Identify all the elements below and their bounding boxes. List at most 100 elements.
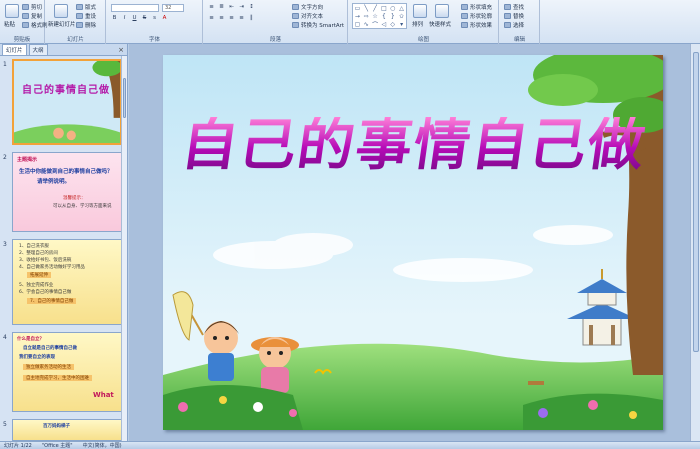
shapes-gallery[interactable]: ▭ ╲ ╱ □ ○ △ → ⇨ ☆ {} ✩ ▢ ∿ ⌒ ◁ ◇ ▾ [352,3,407,29]
line-icon[interactable]: ╱ [373,5,377,12]
ribbon: 粘贴 剪切 复制 格式刷 剪贴板 新建幻灯片 版式 重设 删除 幻灯片 32 B… [0,0,700,44]
callout-icon[interactable]: ◁ [382,21,387,28]
shape-fill-button[interactable]: 形状填充 [461,3,492,11]
slide-canvas[interactable]: 自 己 的 事 情 自 己 做 [163,55,663,430]
quick-styles-button[interactable]: 快速样式 [429,20,451,28]
delete-slide-button[interactable]: 删除 [76,21,96,29]
textbox-icon[interactable]: ▭ [355,5,361,12]
slides-group: 新建幻灯片 版式 重设 删除 幻灯片 [46,0,106,44]
curve-icon[interactable]: ∿ [364,21,369,28]
thumbnail-title: 自己的事情自己做 [22,85,110,96]
thumbnail-line: 拓展延伸 [27,272,51,278]
align-left-icon[interactable]: ≡ [208,15,215,22]
replace-button[interactable]: 替换 [504,12,524,20]
arrow-icon[interactable]: ⇨ [364,13,369,20]
align-buttons: ≡ ≡ ≡ ≡ ∥ [208,15,255,22]
close-icon[interactable]: × [118,46,124,54]
panel-scrollbar[interactable] [121,56,127,441]
thumbnail-line: 4、自己做家务活动做好学习用品 [19,265,85,270]
fill-icon [461,4,468,10]
tab-slides[interactable]: 幻灯片 [2,44,27,55]
triangle-icon[interactable]: △ [399,5,404,12]
rounded-rect-icon[interactable]: ▢ [355,21,361,28]
layout-button[interactable]: 版式 [76,3,96,11]
title-char: 己 [235,112,301,178]
justify-icon[interactable]: ≡ [238,15,245,22]
shape-effects-button[interactable]: 形状效果 [461,21,492,29]
reset-button[interactable]: 重设 [76,12,96,20]
editing-group: 查找 替换 选择 编辑 [500,0,540,44]
columns-icon[interactable]: ∥ [248,15,255,22]
group-label: 幻灯片 [67,37,84,43]
shape-outline-button[interactable]: 形状轮廓 [461,12,492,20]
line-icon[interactable]: ╲ [364,5,368,12]
arrange-icon[interactable] [413,4,427,18]
more-icon[interactable]: ▾ [400,21,403,28]
indent-decrease-icon[interactable]: ⇤ [228,4,235,11]
bold-icon[interactable]: B [111,15,118,22]
arrow-icon[interactable]: → [355,13,360,20]
strikethrough-icon[interactable]: S [141,15,148,22]
copy-button[interactable]: 复制 [22,12,42,20]
italic-icon[interactable]: I [121,15,128,22]
slide-thumbnail[interactable]: 主题揭示 生活中你能做到自己的事情自己做吗？ 请举例说明。 温馨提示： 可以从自… [12,152,122,232]
font-color-icon[interactable]: A [161,15,168,22]
slide-title[interactable]: 自 己 的 事 情 自 己 做 [163,112,663,178]
indent-increase-icon[interactable]: ⇥ [238,4,245,11]
star-icon[interactable]: ☆ [372,13,377,20]
cut-button[interactable]: 剪切 [22,3,42,11]
arrange-button[interactable]: 排列 [412,20,423,28]
slide-thumbnail-row[interactable]: 1 自己的事情自己做 [0,59,128,149]
slide-thumbnail-row[interactable]: 4 什么是自立？ 自立就是自己的事情自己做 我们要自立的表现 独立做家务活动的生… [0,332,128,416]
slide-thumbnail[interactable]: 什么是自立？ 自立就是自己的事情自己做 我们要自立的表现 独立做家务活动的生活 … [12,332,122,412]
new-slide-icon[interactable] [54,4,68,18]
thumbnail-line: 请举例说明。 [37,179,71,185]
paste-button[interactable]: 粘贴 [4,20,15,28]
find-button[interactable]: 查找 [504,3,524,11]
new-slide-button[interactable]: 新建幻灯片 [48,20,76,28]
rectangle-icon[interactable]: □ [381,5,387,12]
list-buttons: ≡ ≣ ⇤ ⇥ ↕ [208,4,255,11]
slide-thumbnail[interactable]: 1、自己洗衣服 2、整理自己的房间 3、收拾好书包、饭后洗碗 4、自己做家务活动… [12,239,122,325]
title-char: 自 [177,112,243,178]
editor-scrollbar[interactable] [690,44,700,441]
numbering-icon[interactable]: ≣ [218,4,225,11]
slide-thumbnail-row[interactable]: 5 百万妈妈梯子 [0,419,128,441]
scrollbar-thumb[interactable] [123,78,126,118]
line-spacing-icon[interactable]: ↕ [248,4,255,11]
star-icon[interactable]: ✩ [399,13,404,20]
align-text-button[interactable]: 对齐文本 [292,12,323,20]
format-painter-button[interactable]: 格式刷 [22,21,48,29]
slide-thumbnail-row[interactable]: 2 主题揭示 生活中你能做到自己的事情自己做吗？ 请举例说明。 温馨提示： 可以… [0,152,128,236]
find-icon [504,4,511,10]
slide-thumbnail[interactable]: 百万妈妈梯子 [12,419,122,441]
freeform-icon[interactable]: ⌒ [372,20,378,29]
slide-number: 1 [3,61,7,68]
align-right-icon[interactable]: ≡ [228,15,235,22]
smartart-icon [292,22,299,28]
select-button[interactable]: 选择 [504,21,524,29]
oval-icon[interactable]: ○ [390,5,395,12]
diamond-icon[interactable]: ◇ [390,21,395,28]
align-center-icon[interactable]: ≡ [218,15,225,22]
bullets-icon[interactable]: ≡ [208,4,215,11]
underline-icon[interactable]: U [131,15,138,22]
delete-icon [76,22,83,28]
tab-outline[interactable]: 大纲 [28,44,48,55]
font-name-combo[interactable] [111,4,159,12]
language-indicator[interactable]: 中文(简体，中国) [83,442,122,449]
slide-thumbnail-row[interactable]: 3 1、自己洗衣服 2、整理自己的房间 3、收拾好书包、饭后洗碗 4、自己做家务… [0,239,128,329]
paste-icon[interactable] [5,4,19,18]
font-size-combo[interactable]: 32 [162,4,184,12]
brace-icon[interactable]: { [382,13,386,20]
scrollbar-thumb[interactable] [693,52,699,352]
slide-thumbnail-selected[interactable]: 自己的事情自己做 [12,59,122,145]
text-direction-button[interactable]: 文字方向 [292,3,323,11]
brace-icon[interactable]: } [391,13,395,20]
quick-styles-icon[interactable] [435,4,449,18]
theme-name[interactable]: "Office 主题" [42,442,73,449]
shadow-icon[interactable]: s [151,15,158,22]
thumbnail-line: 我们要自立的表现 [19,355,55,360]
title-char: 自 [467,112,533,178]
smartart-button[interactable]: 转换为 SmartArt [292,21,344,29]
